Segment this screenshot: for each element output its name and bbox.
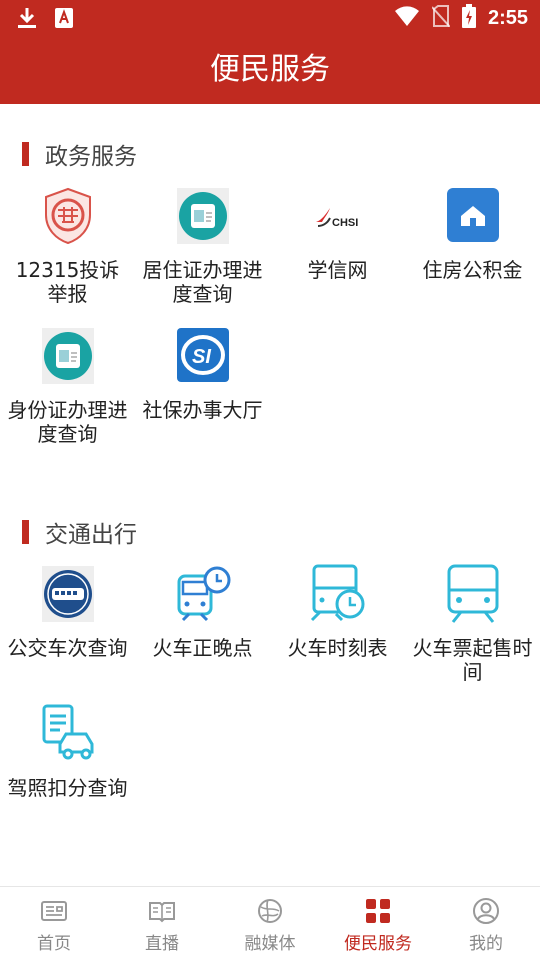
service-label: 公交车次查询 <box>7 636 128 660</box>
tab-label: 我的 <box>469 934 503 954</box>
bus-icon <box>38 564 98 624</box>
service-chsi[interactable]: CHSI 学信网 <box>270 186 405 282</box>
svg-text:SI: SI <box>192 346 211 368</box>
section-title: 交通出行 <box>45 522 137 548</box>
section-marker <box>22 520 29 544</box>
user-icon <box>472 897 500 925</box>
service-train-delay[interactable]: 火车正晚点 <box>135 564 270 660</box>
train-clock-icon <box>173 564 233 624</box>
service-bus-query[interactable]: 公交车次查询 <box>0 564 135 660</box>
wifi-icon <box>394 5 420 31</box>
service-label: 住房公积金 <box>422 258 523 282</box>
book-icon <box>148 897 176 925</box>
house-icon <box>443 186 503 246</box>
service-label: 12315投诉举报 <box>15 258 120 306</box>
service-label: 居住证办理进度查询 <box>142 258 263 306</box>
service-label: 社保办事大厅 <box>142 398 263 422</box>
tab-home[interactable]: 首页 <box>0 887 108 961</box>
section-marker <box>22 142 29 166</box>
grid-icon <box>364 897 392 925</box>
globe-icon <box>256 897 284 925</box>
service-label: 身份证办理进度查询 <box>7 398 128 446</box>
tab-services[interactable]: 便民服务 <box>324 887 432 961</box>
news-icon <box>40 897 68 925</box>
service-residence-permit[interactable]: 居住证办理进度查询 <box>135 186 270 306</box>
svg-text:CHSI: CHSI <box>332 217 358 229</box>
tab-label: 首页 <box>37 934 71 954</box>
section-header-transport: 交通出行 <box>22 515 137 549</box>
service-label: 火车时刻表 <box>287 636 388 660</box>
tab-label: 融媒体 <box>244 934 296 954</box>
status-time: 2:55 <box>487 6 528 29</box>
service-label: 学信网 <box>307 258 368 282</box>
service-id-card[interactable]: 身份证办理进度查询 <box>0 326 135 446</box>
service-label: 驾照扣分查询 <box>7 776 128 800</box>
service-social-security[interactable]: SI 社保办事大厅 <box>135 326 270 422</box>
service-12315[interactable]: 12315投诉举报 <box>0 186 135 306</box>
bottom-tab-bar: 首页 直播 融媒体 便民服务 我的 <box>0 886 540 961</box>
tab-media[interactable]: 融媒体 <box>216 887 324 961</box>
id-card-icon <box>38 326 98 386</box>
service-train-schedule[interactable]: 火车时刻表 <box>270 564 405 660</box>
service-ticket-sale-time[interactable]: 火车票起售时间 <box>405 564 540 684</box>
tab-mine[interactable]: 我的 <box>432 887 540 961</box>
service-label: 火车票起售时间 <box>412 636 533 684</box>
tab-label: 便民服务 <box>344 934 412 954</box>
chsi-logo-icon: CHSI <box>308 186 368 246</box>
id-card-icon <box>173 186 233 246</box>
status-bar: 2:55 <box>0 0 540 36</box>
tab-live[interactable]: 直播 <box>108 887 216 961</box>
battery-charging-icon <box>461 4 476 32</box>
section-header-government: 政务服务 <box>22 137 137 171</box>
service-housing-fund[interactable]: 住房公积金 <box>405 186 540 282</box>
download-icon <box>16 6 38 34</box>
train-icon <box>443 564 503 624</box>
tab-label: 直播 <box>145 934 179 954</box>
page-title: 便民服务 <box>210 52 330 87</box>
complaint-seal-icon <box>38 186 98 246</box>
app-notification-icon <box>54 7 74 33</box>
social-security-icon: SI <box>173 326 233 386</box>
service-label: 火车正晚点 <box>152 636 253 660</box>
no-sim-icon <box>431 5 451 31</box>
car-license-icon <box>38 704 98 764</box>
section-title: 政务服务 <box>45 144 137 170</box>
header-bar: 2:55 便民服务 <box>0 0 540 104</box>
train-schedule-icon <box>308 564 368 624</box>
service-license-points[interactable]: 驾照扣分查询 <box>0 704 135 800</box>
